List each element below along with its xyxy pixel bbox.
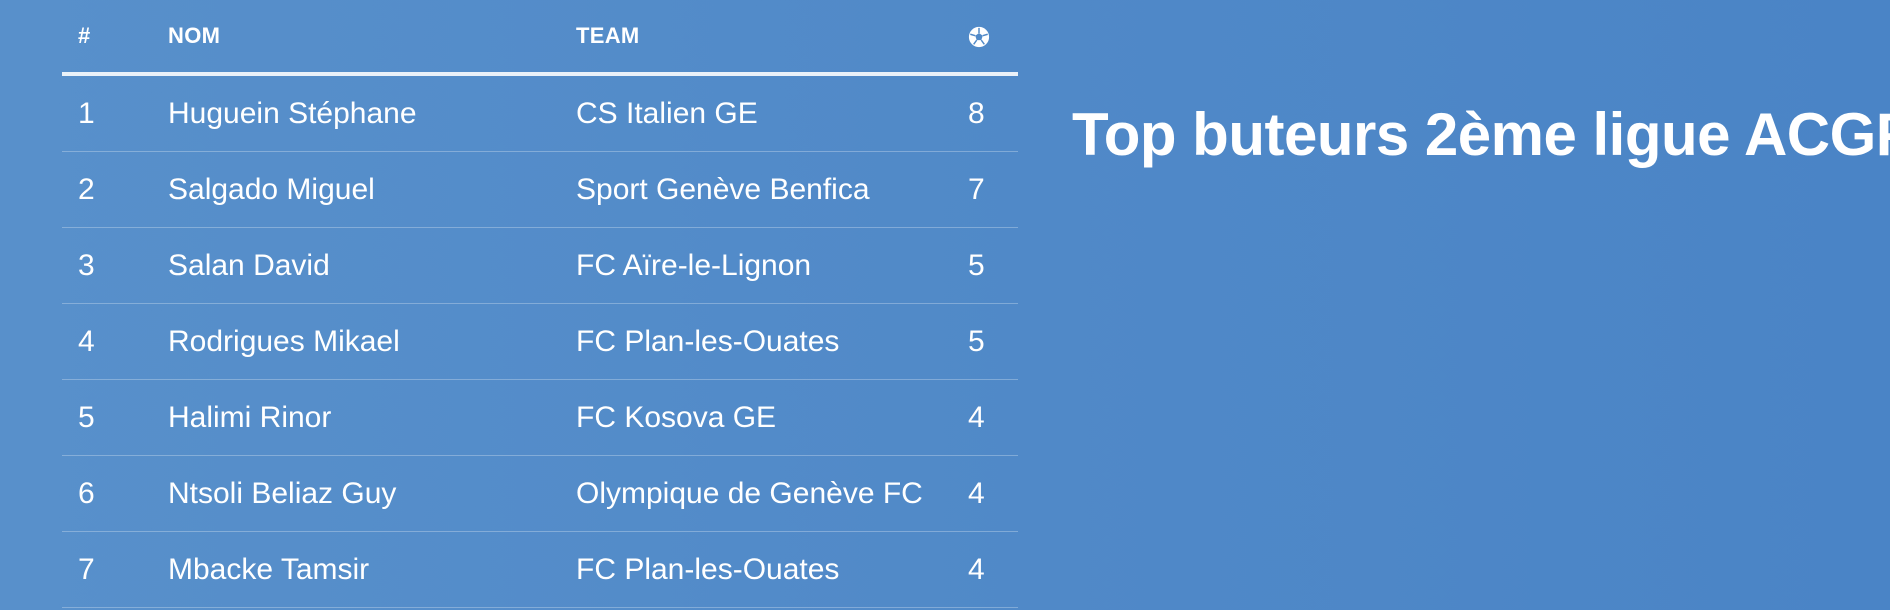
soccer-ball-icon [968, 27, 990, 48]
goals-cell: 4 [968, 379, 1018, 456]
team-cell: FC Plan-les-Ouates [576, 531, 968, 608]
name-cell: Salgado Miguel [168, 151, 576, 228]
page-title: Top buteurs 2ème ligue ACGF [1072, 101, 1890, 168]
goals-cell: 5 [968, 303, 1018, 380]
table-row: 4 Rodrigues Mikael FC Plan-les-Ouates 5 [62, 303, 1018, 380]
team-cell: CS Italien GE [576, 74, 968, 152]
table-body: 1 Huguein Stéphane CS Italien GE 8 2 Sal… [62, 74, 1018, 608]
header-name: NOM [168, 0, 576, 76]
name-cell: Halimi Rinor [168, 379, 576, 456]
name-cell: Rodrigues Mikael [168, 303, 576, 380]
team-cell: FC Aïre-le-Lignon [576, 227, 968, 304]
goals-cell: 4 [968, 531, 1018, 608]
goals-cell: 4 [968, 455, 1018, 532]
goals-cell: 7 [968, 151, 1018, 228]
table-row: 5 Halimi Rinor FC Kosova GE 4 [62, 379, 1018, 456]
table-row: 6 Ntsoli Beliaz Guy Olympique de Genève … [62, 455, 1018, 532]
header-row: # NOM TEAM [62, 0, 1018, 76]
team-cell: Sport Genève Benfica [576, 151, 968, 228]
rank-cell: 4 [62, 303, 168, 380]
table-row: 2 Salgado Miguel Sport Genève Benfica 7 [62, 151, 1018, 228]
top-scorers-table: # NOM TEAM 1 Huguein Stéphane CS Italien… [62, 0, 1018, 608]
table-row: 7 Mbacke Tamsir FC Plan-les-Ouates 4 [62, 531, 1018, 608]
table-row: 1 Huguein Stéphane CS Italien GE 8 [62, 74, 1018, 152]
name-cell: Ntsoli Beliaz Guy [168, 455, 576, 532]
header-goals [968, 0, 1018, 76]
name-cell: Salan David [168, 227, 576, 304]
header-team: TEAM [576, 0, 968, 76]
rank-cell: 7 [62, 531, 168, 608]
rank-cell: 3 [62, 227, 168, 304]
team-cell: FC Kosova GE [576, 379, 968, 456]
rank-cell: 6 [62, 455, 168, 532]
goals-cell: 8 [968, 74, 1018, 152]
name-cell: Mbacke Tamsir [168, 531, 576, 608]
table-header: # NOM TEAM [62, 0, 1018, 76]
header-rank: # [62, 0, 168, 76]
team-cell: Olympique de Genève FC [576, 455, 968, 532]
rank-cell: 1 [62, 74, 168, 152]
name-cell: Huguein Stéphane [168, 74, 576, 152]
rank-cell: 2 [62, 151, 168, 228]
team-cell: FC Plan-les-Ouates [576, 303, 968, 380]
rank-cell: 5 [62, 379, 168, 456]
goals-cell: 5 [968, 227, 1018, 304]
table-row: 3 Salan David FC Aïre-le-Lignon 5 [62, 227, 1018, 304]
